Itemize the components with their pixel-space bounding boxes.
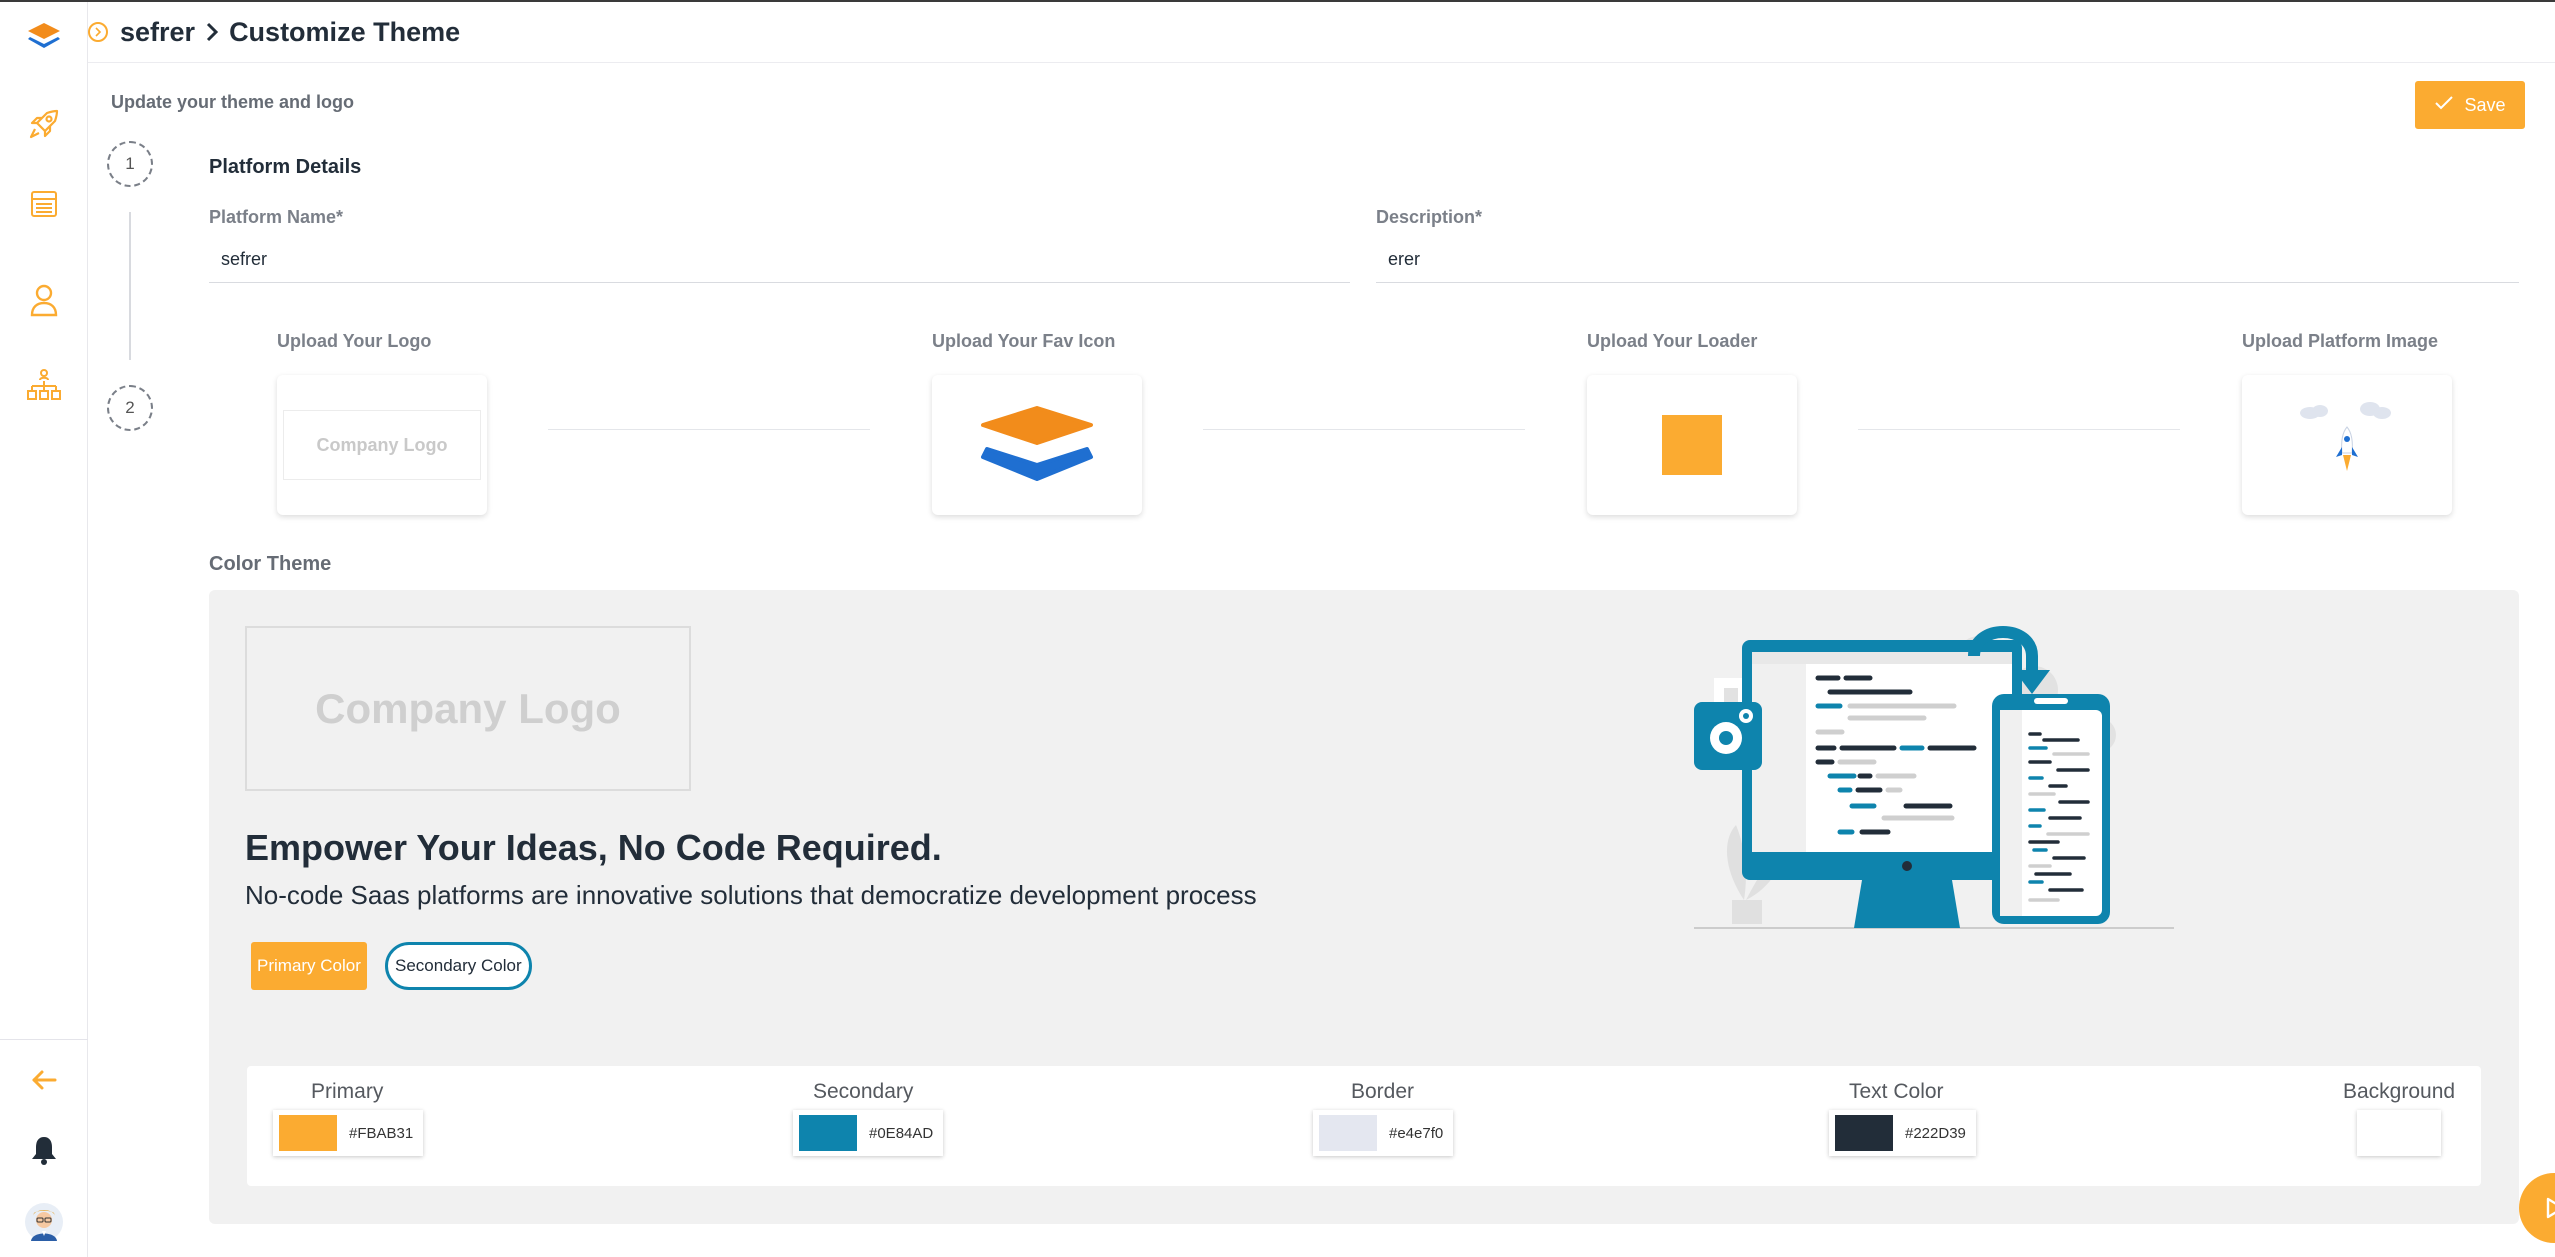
save-label: Save — [2464, 94, 2506, 115]
palette-name: Text Color — [1849, 1080, 1944, 1103]
page-subtitle: Update your theme and logo — [111, 92, 355, 112]
loader-square — [1662, 415, 1722, 475]
preview-logo-placeholder: Company Logo — [245, 626, 691, 791]
rocket-clouds-icon — [2300, 402, 2391, 471]
palette-swatch — [799, 1115, 857, 1151]
breadcrumb-platform[interactable]: sefrer — [120, 17, 195, 48]
palette-swatch — [1319, 1115, 1377, 1151]
palette-hex: #e4e7f0 — [1389, 1124, 1444, 1142]
step-1-indicator: 1 — [107, 141, 153, 187]
preview-headline: Empower Your Ideas, No Code Required. — [245, 827, 942, 868]
upload-connector — [1858, 429, 2180, 430]
sidebar-toggle-icon[interactable] — [88, 22, 108, 42]
play-tour-button[interactable] — [2519, 1173, 2555, 1243]
palette-background[interactable]: Background — [2343, 1080, 2455, 1156]
top-header: sefrer Customize Theme — [88, 2, 2555, 63]
palette-hex: #0E84AD — [869, 1124, 934, 1142]
step-connector — [129, 212, 131, 360]
upload-logo-label: Upload Your Logo — [277, 331, 432, 351]
upload-logo-card[interactable]: Company Logo — [277, 375, 487, 515]
bell-icon[interactable] — [22, 1128, 66, 1172]
color-palette: Primary #FBAB31 Secondary #0E84AD Border… — [247, 1066, 2481, 1186]
primary-color-button[interactable]: Primary Color — [251, 942, 367, 990]
preview-tagline: No-code Saas platforms are innovative so… — [245, 880, 1257, 910]
upload-connector — [548, 429, 870, 430]
layout-icon[interactable] — [22, 182, 66, 226]
palette-swatch — [2357, 1115, 2441, 1151]
palette-text-color[interactable]: Text Color #222D39 — [1829, 1080, 1976, 1156]
platform-details-title: Platform Details — [209, 156, 362, 178]
user-icon[interactable] — [22, 278, 66, 322]
upload-favicon-card[interactable] — [932, 375, 1142, 515]
platform-name-input[interactable] — [209, 237, 1350, 283]
palette-name: Border — [1351, 1080, 1415, 1103]
palette-name: Secondary — [813, 1080, 914, 1103]
description-input[interactable] — [1376, 237, 2519, 283]
upload-favicon-label: Upload Your Fav Icon — [932, 331, 1116, 351]
palette-name: Primary — [311, 1080, 384, 1103]
save-button[interactable]: Save — [2415, 81, 2525, 129]
sidebar-divider — [0, 1039, 88, 1040]
dev-devices-illustration — [1694, 626, 2174, 929]
palette-secondary[interactable]: Secondary #0E84AD — [793, 1080, 944, 1156]
upload-loader-card[interactable] — [1587, 375, 1797, 515]
description-label: Description* — [1376, 207, 1483, 227]
rocket-icon[interactable] — [22, 102, 66, 146]
upload-platform-image-card[interactable] — [2242, 375, 2452, 515]
logo-placeholder: Company Logo — [283, 410, 481, 480]
secondary-color-button[interactable]: Secondary Color — [385, 942, 532, 990]
palette-swatch — [1835, 1115, 1893, 1151]
palette-border[interactable]: Border #e4e7f0 — [1313, 1080, 1454, 1156]
avatar[interactable] — [22, 1200, 66, 1244]
upload-loader-label: Upload Your Loader — [1587, 331, 1758, 351]
color-theme-title: Color Theme — [209, 553, 332, 575]
palette-primary[interactable]: Primary #FBAB31 — [273, 1080, 424, 1156]
upload-connector — [1203, 429, 1525, 430]
theme-preview: Company Logo Empower Your Ideas, No Code… — [209, 590, 2519, 1224]
chevron-right-icon — [205, 21, 219, 43]
platform-name-label: Platform Name* — [209, 207, 344, 227]
favicon-layers-icon — [981, 406, 1093, 481]
play-icon — [2546, 1197, 2555, 1219]
upload-platform-image-label: Upload Platform Image — [2242, 331, 2439, 351]
layers-logo-icon[interactable] — [22, 14, 66, 58]
palette-name: Background — [2343, 1080, 2456, 1103]
arrow-left-icon[interactable] — [22, 1058, 66, 1102]
palette-hex: #222D39 — [1905, 1124, 1966, 1142]
step-2-indicator: 2 — [107, 385, 153, 431]
sidebar — [0, 2, 88, 1257]
palette-swatch — [279, 1115, 337, 1151]
palette-hex: #FBAB31 — [349, 1124, 414, 1142]
org-chart-icon[interactable] — [22, 364, 66, 408]
page-title: Customize Theme — [229, 16, 461, 47]
check-icon — [2434, 95, 2454, 116]
